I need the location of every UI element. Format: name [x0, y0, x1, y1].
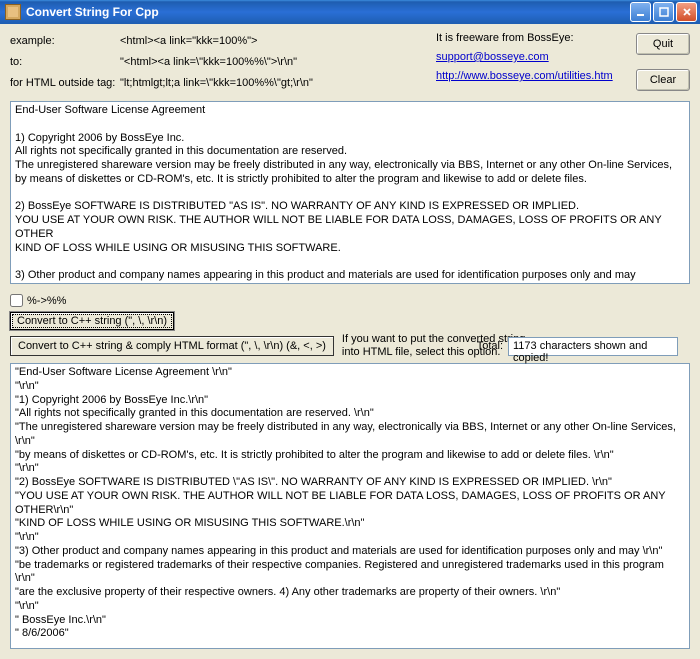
freeware-text: It is freeware from BossEye:: [436, 32, 626, 48]
total-label: Total:: [477, 340, 503, 352]
html-out-value: "lt;htmlgt;lt;a link=\"kkk=100%%\"gt;\r\…: [120, 77, 313, 89]
input-textarea[interactable]: End-User Software License Agreement 1) C…: [10, 101, 690, 284]
quit-button[interactable]: Quit: [636, 33, 690, 55]
convert-cpp-button[interactable]: Convert to C++ string (", \, \r\n): [10, 312, 174, 330]
example-label: example:: [10, 35, 120, 47]
percent-checkbox[interactable]: [10, 294, 23, 307]
utilities-link[interactable]: http://www.bosseye.com/utilities.htm: [436, 70, 613, 82]
total-output: 1173 characters shown and copied!: [508, 337, 678, 356]
close-button[interactable]: [676, 2, 697, 22]
convert-cpp-html-button[interactable]: Convert to C++ string & comply HTML form…: [10, 336, 334, 356]
freeware-block: It is freeware from BossEye: support@bos…: [436, 32, 626, 95]
to-label: to:: [10, 56, 120, 68]
maximize-button[interactable]: [653, 2, 674, 22]
example-value: <html><a link="kkk=100%">: [120, 35, 257, 47]
percent-checkbox-label: %->%%: [27, 295, 66, 307]
to-value: "<html><a link=\"kkk=100%%\">\r\n": [120, 56, 297, 68]
clear-button[interactable]: Clear: [636, 69, 690, 91]
support-link[interactable]: support@bosseye.com: [436, 51, 549, 63]
output-textarea[interactable]: "End-User Software License Agreement \r\…: [10, 363, 690, 649]
minimize-button[interactable]: [630, 2, 651, 22]
examples-block: example: <html><a link="kkk=100%"> to: "…: [10, 32, 426, 95]
window-title: Convert String For Cpp: [26, 5, 630, 19]
window-titlebar: Convert String For Cpp: [0, 0, 700, 24]
app-icon: [5, 4, 21, 20]
html-out-label: for HTML outside tag:: [10, 77, 120, 89]
